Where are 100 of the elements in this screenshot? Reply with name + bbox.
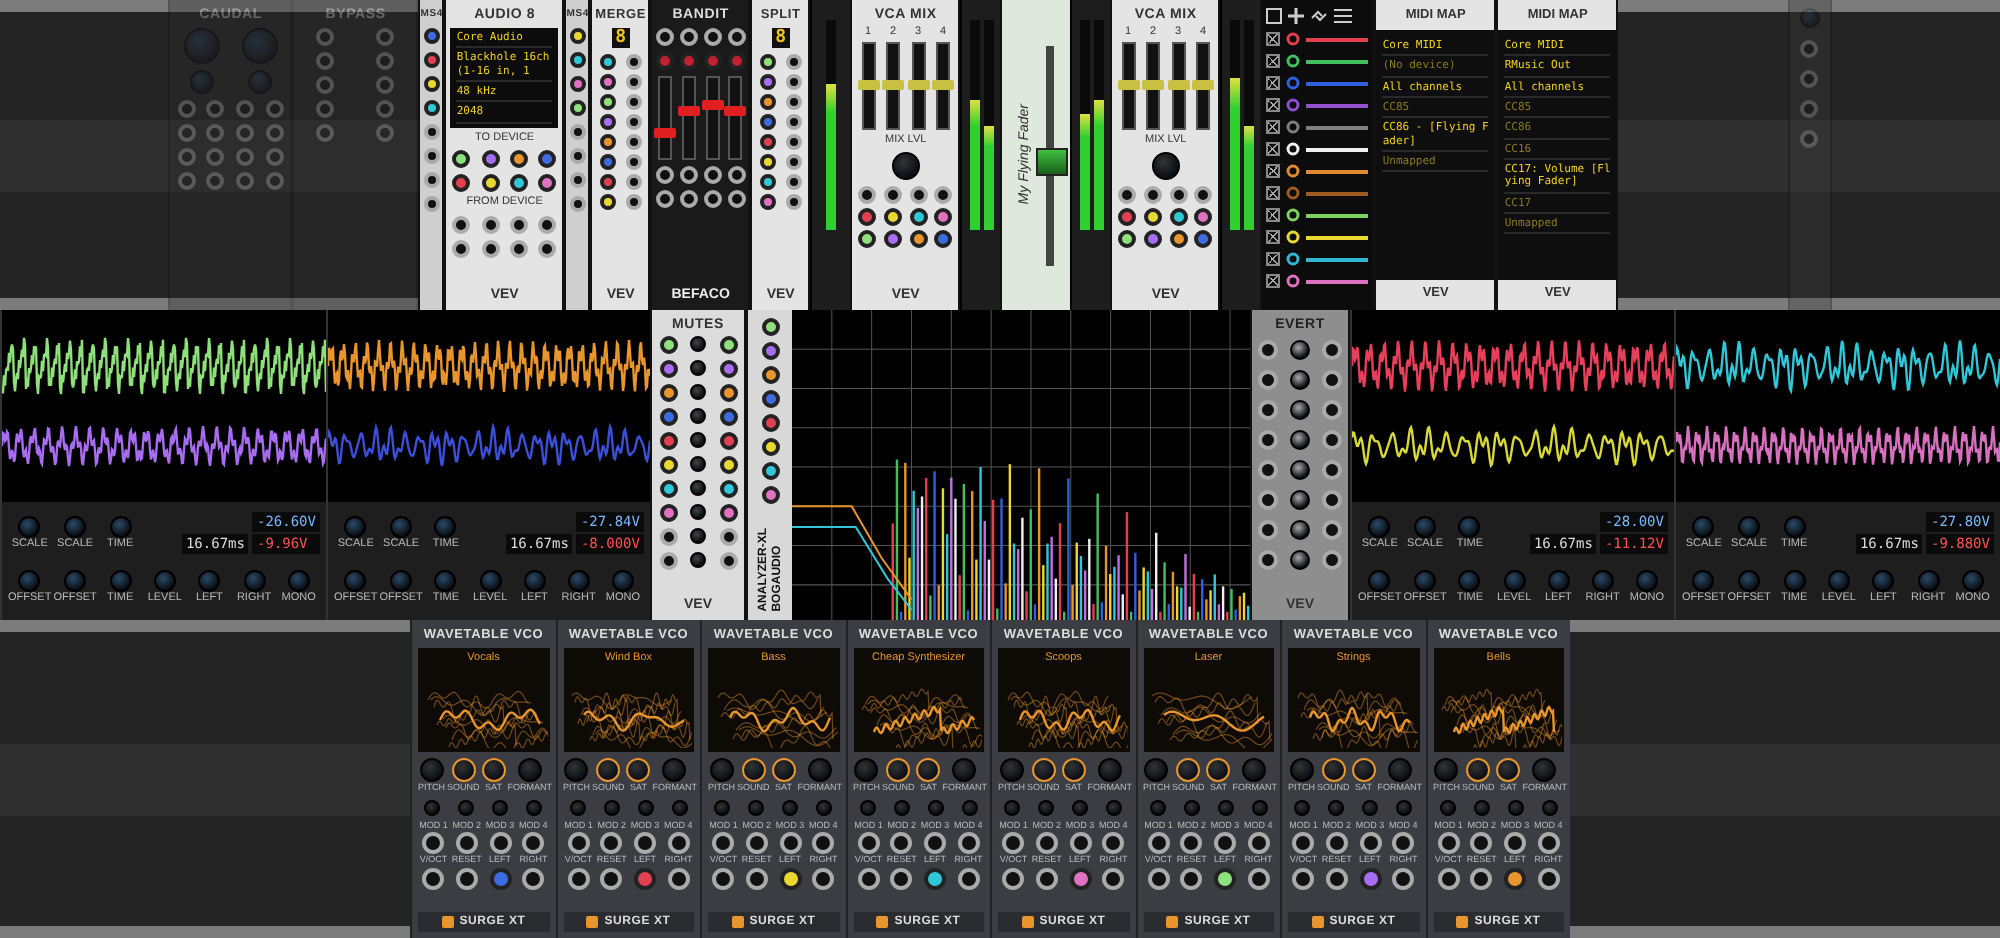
jack-socket[interactable] bbox=[667, 832, 690, 854]
remove-checkbox[interactable] bbox=[1266, 186, 1281, 200]
jack-socket[interactable] bbox=[1322, 490, 1343, 510]
plus-icon[interactable] bbox=[1288, 8, 1305, 24]
cable-plug[interactable] bbox=[1069, 867, 1092, 889]
cable-plug[interactable] bbox=[1504, 867, 1527, 889]
jack-socket[interactable] bbox=[1257, 400, 1278, 420]
knob[interactable] bbox=[1289, 340, 1310, 360]
fader-handle[interactable] bbox=[1117, 80, 1140, 90]
remove-checkbox[interactable] bbox=[1266, 54, 1281, 68]
jack-socket[interactable] bbox=[1035, 832, 1058, 854]
jack-socket[interactable] bbox=[1322, 550, 1343, 570]
fader-handle[interactable] bbox=[1142, 80, 1165, 90]
jack-socket[interactable] bbox=[890, 867, 913, 889]
jack-socket[interactable] bbox=[712, 867, 735, 889]
jack-socket[interactable] bbox=[1322, 430, 1343, 450]
jack-socket[interactable] bbox=[1322, 520, 1343, 540]
jack-socket[interactable] bbox=[1470, 832, 1493, 854]
jack-socket[interactable] bbox=[1537, 832, 1560, 854]
jack-socket[interactable] bbox=[1392, 832, 1415, 854]
jack-socket[interactable] bbox=[745, 832, 768, 854]
knob[interactable] bbox=[1289, 370, 1310, 390]
jack-socket[interactable] bbox=[422, 832, 445, 854]
slider-handle[interactable] bbox=[654, 127, 677, 137]
jack-socket[interactable] bbox=[522, 832, 545, 854]
fader-handle[interactable] bbox=[907, 80, 930, 90]
jack-socket[interactable] bbox=[1147, 832, 1170, 854]
knob[interactable] bbox=[771, 758, 796, 782]
knob[interactable] bbox=[1151, 152, 1180, 180]
jack-socket[interactable] bbox=[1035, 867, 1058, 889]
jack-socket[interactable] bbox=[522, 867, 545, 889]
jack-socket[interactable] bbox=[1102, 867, 1125, 889]
jack-socket[interactable] bbox=[567, 867, 590, 889]
jack-socket[interactable] bbox=[1257, 550, 1278, 570]
jack-socket[interactable] bbox=[779, 832, 802, 854]
square-icon[interactable] bbox=[1266, 8, 1283, 24]
jack-socket[interactable] bbox=[1292, 832, 1315, 854]
jack-socket[interactable] bbox=[857, 867, 880, 889]
jack-socket[interactable] bbox=[1257, 370, 1278, 390]
jack-socket[interactable] bbox=[1325, 867, 1348, 889]
jack-socket[interactable] bbox=[924, 832, 947, 854]
fader-handle[interactable] bbox=[1192, 80, 1215, 90]
jack-socket[interactable] bbox=[567, 832, 590, 854]
knob[interactable] bbox=[886, 758, 911, 782]
jack-socket[interactable] bbox=[1002, 867, 1025, 889]
remove-checkbox[interactable] bbox=[1266, 142, 1281, 156]
jack-socket[interactable] bbox=[1292, 867, 1315, 889]
jack-socket[interactable] bbox=[1002, 832, 1025, 854]
knob[interactable] bbox=[1321, 758, 1346, 782]
jack-socket[interactable] bbox=[1322, 460, 1343, 480]
jack-socket[interactable] bbox=[1247, 867, 1270, 889]
remove-checkbox[interactable] bbox=[1266, 98, 1281, 112]
jack-socket[interactable] bbox=[1180, 832, 1203, 854]
remove-checkbox[interactable] bbox=[1266, 252, 1281, 266]
slider-handle[interactable] bbox=[677, 106, 700, 116]
menu-icon[interactable] bbox=[1334, 8, 1353, 24]
fader-handle[interactable] bbox=[857, 80, 880, 90]
jack-socket[interactable] bbox=[1214, 832, 1237, 854]
slider-handle[interactable] bbox=[701, 99, 724, 109]
jack-socket[interactable] bbox=[1102, 832, 1125, 854]
remove-checkbox[interactable] bbox=[1266, 164, 1281, 178]
jack-socket[interactable] bbox=[489, 832, 512, 854]
fader-handle[interactable] bbox=[1036, 148, 1069, 177]
knob[interactable] bbox=[891, 152, 920, 180]
knob[interactable] bbox=[1176, 758, 1201, 782]
cable-plug[interactable] bbox=[1214, 867, 1237, 889]
knob[interactable] bbox=[1351, 758, 1376, 782]
jack-socket[interactable] bbox=[600, 867, 623, 889]
remove-checkbox[interactable] bbox=[1266, 32, 1281, 46]
remove-checkbox[interactable] bbox=[1266, 76, 1281, 90]
jack-socket[interactable] bbox=[1504, 832, 1527, 854]
jack-socket[interactable] bbox=[667, 867, 690, 889]
jack-socket[interactable] bbox=[1180, 867, 1203, 889]
jack-socket[interactable] bbox=[1537, 867, 1560, 889]
knob[interactable] bbox=[1466, 758, 1491, 782]
fader-handle[interactable] bbox=[932, 80, 955, 90]
jack-socket[interactable] bbox=[1257, 460, 1278, 480]
jack-socket[interactable] bbox=[1470, 867, 1493, 889]
jack-socket[interactable] bbox=[857, 832, 880, 854]
jack-socket[interactable] bbox=[1257, 520, 1278, 540]
knob[interactable] bbox=[1061, 758, 1086, 782]
remove-checkbox[interactable] bbox=[1266, 120, 1281, 134]
jack-socket[interactable] bbox=[1257, 430, 1278, 450]
jack-socket[interactable] bbox=[422, 867, 445, 889]
knob[interactable] bbox=[1289, 520, 1310, 540]
jack-socket[interactable] bbox=[1247, 832, 1270, 854]
jack-socket[interactable] bbox=[1069, 832, 1092, 854]
knob[interactable] bbox=[1289, 400, 1310, 420]
fader-handle[interactable] bbox=[1167, 80, 1190, 90]
jack-socket[interactable] bbox=[1147, 867, 1170, 889]
fader-handle[interactable] bbox=[882, 80, 905, 90]
jack-socket[interactable] bbox=[1437, 832, 1460, 854]
knob[interactable] bbox=[481, 758, 506, 782]
jack-socket[interactable] bbox=[1325, 832, 1348, 854]
knob[interactable] bbox=[626, 758, 651, 782]
jack-socket[interactable] bbox=[957, 832, 980, 854]
jack-socket[interactable] bbox=[812, 832, 835, 854]
jack-socket[interactable] bbox=[1257, 490, 1278, 510]
cable-plug[interactable] bbox=[779, 867, 802, 889]
knob[interactable] bbox=[916, 758, 941, 782]
